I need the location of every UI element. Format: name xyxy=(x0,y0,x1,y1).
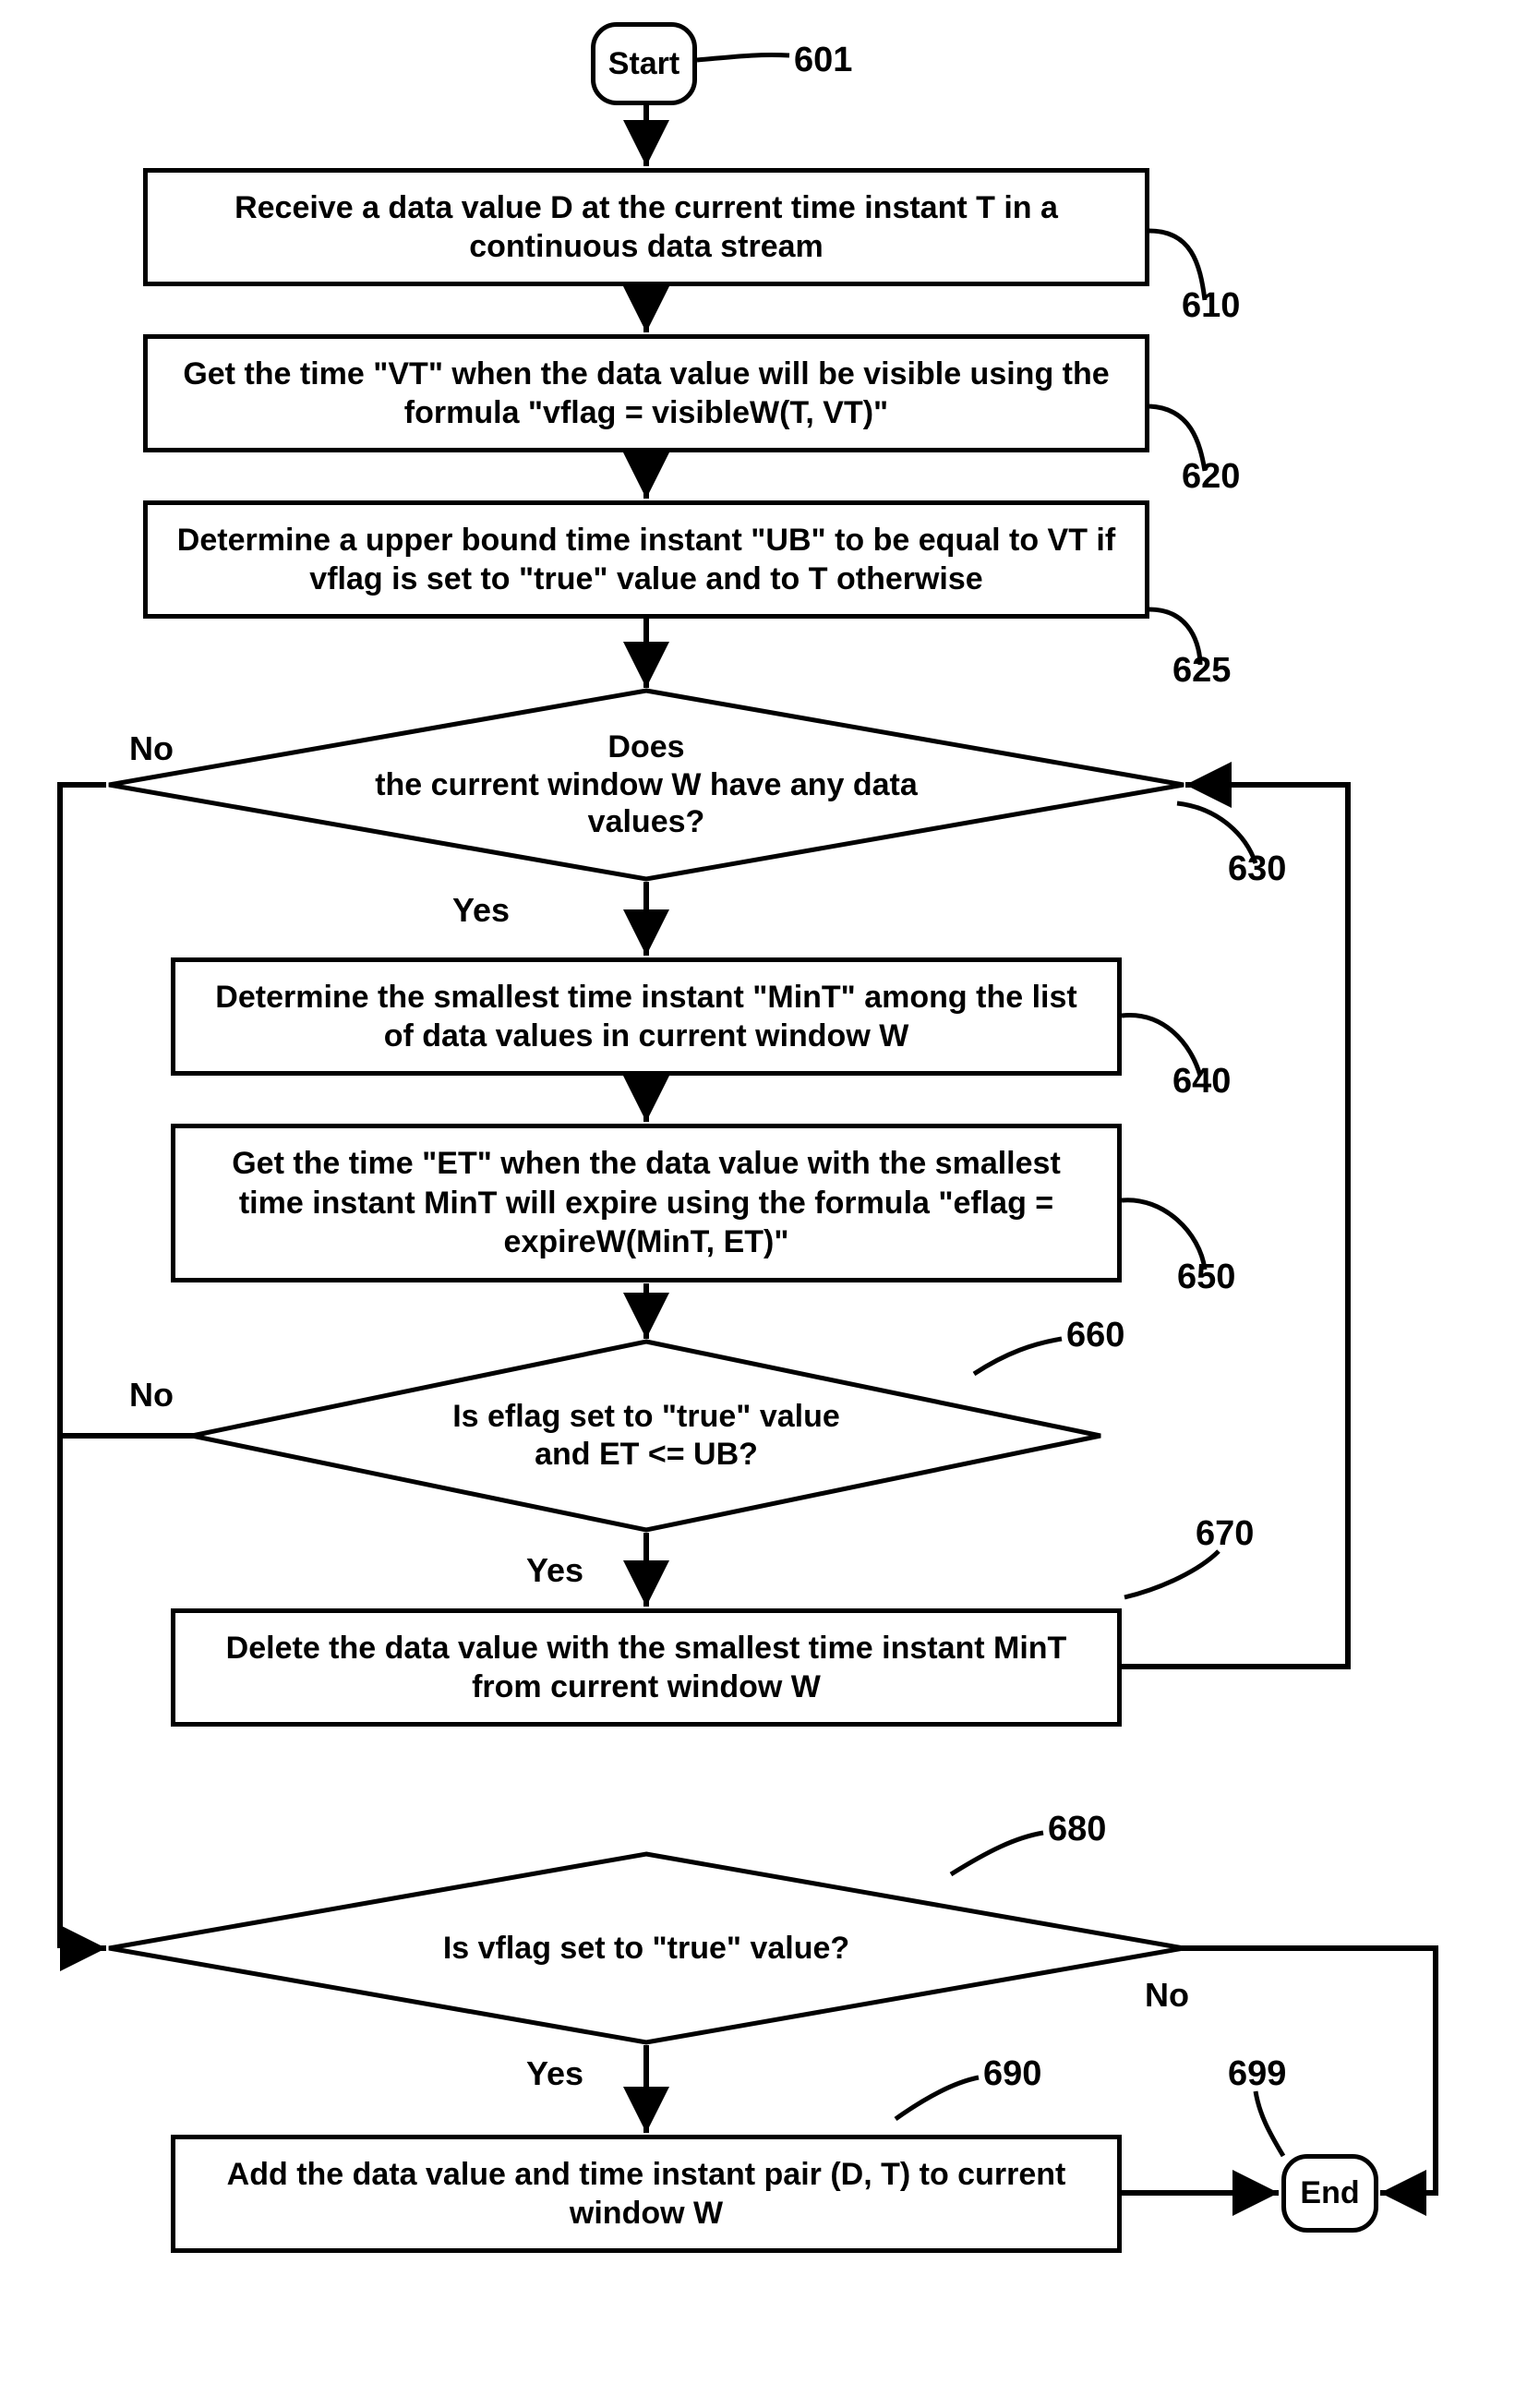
step-650-text: Get the time "ET" when the data value wi… xyxy=(198,1144,1095,1262)
step-670: Delete the data value with the smallest … xyxy=(171,1608,1122,1727)
step-620-text: Get the time "VT" when the data value wi… xyxy=(170,355,1123,433)
end-terminator: End xyxy=(1281,2154,1378,2233)
ref-699: 699 xyxy=(1228,2054,1286,2094)
ref-620: 620 xyxy=(1182,457,1240,497)
d630-yes: Yes xyxy=(452,891,510,930)
d660-no: No xyxy=(129,1376,174,1415)
ref-640: 640 xyxy=(1172,1062,1231,1102)
step-640: Determine the smallest time instant "Min… xyxy=(171,957,1122,1076)
step-610: Receive a data value D at the current ti… xyxy=(143,168,1149,286)
flowchart-canvas: Start 601 Receive a data value D at the … xyxy=(0,0,1515,2408)
ref-610: 610 xyxy=(1182,286,1240,326)
start-terminator: Start xyxy=(591,22,697,105)
step-640-text: Determine the smallest time instant "Min… xyxy=(198,978,1095,1056)
ref-690: 690 xyxy=(983,2054,1041,2094)
step-625-text: Determine a upper bound time instant "UB… xyxy=(170,521,1123,599)
step-690: Add the data value and time instant pair… xyxy=(171,2135,1122,2253)
ref-660: 660 xyxy=(1066,1316,1124,1355)
step-620: Get the time "VT" when the data value wi… xyxy=(143,334,1149,452)
step-610-text: Receive a data value D at the current ti… xyxy=(170,188,1123,267)
ref-601: 601 xyxy=(794,41,852,80)
decision-680-text: Is vflag set to "true" value? xyxy=(240,1879,1052,2017)
ref-630: 630 xyxy=(1228,849,1286,889)
ref-650: 650 xyxy=(1177,1258,1235,1297)
ref-680: 680 xyxy=(1048,1810,1106,1849)
decision-630-text: Does the current window W have any data … xyxy=(180,697,1112,873)
d660-yes: Yes xyxy=(526,1551,583,1590)
end-label: End xyxy=(1300,2175,1359,2211)
step-670-text: Delete the data value with the smallest … xyxy=(198,1629,1095,1707)
step-690-text: Add the data value and time instant pair… xyxy=(198,2155,1095,2233)
ref-670: 670 xyxy=(1196,1514,1254,1554)
d630-no: No xyxy=(129,729,174,768)
step-625: Determine a upper bound time instant "UB… xyxy=(143,500,1149,619)
ref-625: 625 xyxy=(1172,651,1231,691)
step-650: Get the time "ET" when the data value wi… xyxy=(171,1124,1122,1282)
start-label: Start xyxy=(608,46,679,82)
decision-660-text: Is eflag set to "true" value and ET <= U… xyxy=(268,1357,1025,1514)
d680-no: No xyxy=(1145,1976,1189,2015)
d680-yes: Yes xyxy=(526,2054,583,2093)
